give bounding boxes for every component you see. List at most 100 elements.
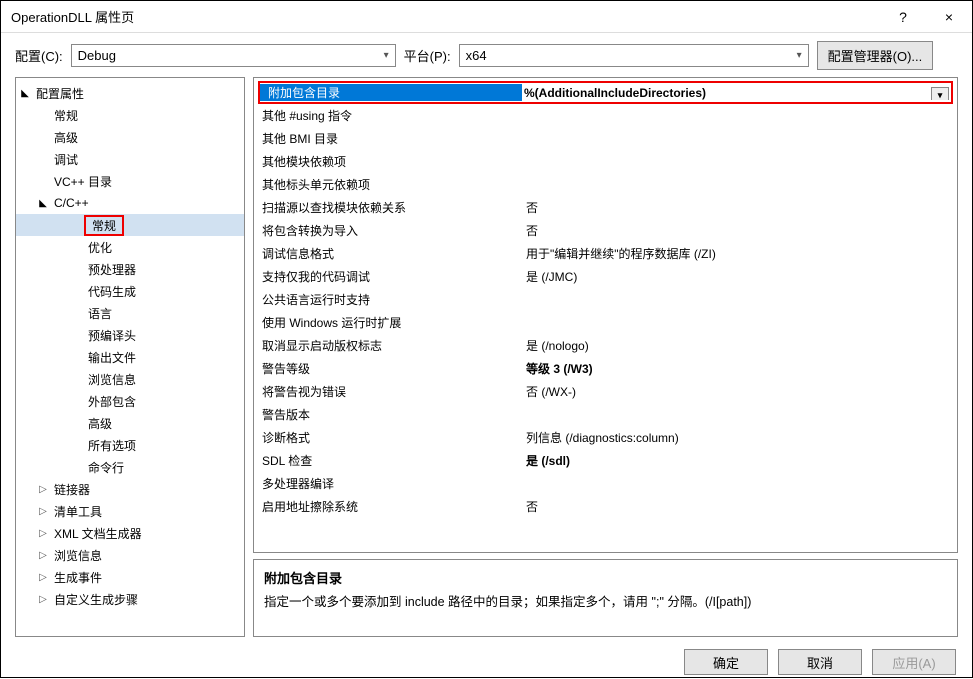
property-value[interactable]: 等级 3 (/W3) (524, 360, 957, 377)
tree-item[interactable]: ▷链接器 (16, 478, 244, 500)
footer: 确定 取消 应用(A) (1, 645, 972, 679)
tree-item-label: C/C++ (50, 196, 93, 210)
property-name: 附加包含目录 (260, 84, 522, 101)
toolbar: 配置(C): Debug ▾ 平台(P): x64 ▾ 配置管理器(O)... (1, 33, 972, 77)
ok-button[interactable]: 确定 (684, 649, 768, 675)
property-row[interactable]: 取消显示启动版权标志是 (/nologo) (254, 334, 957, 357)
config-combo[interactable]: Debug ▾ (71, 44, 396, 67)
tree-item[interactable]: 常规 (16, 104, 244, 126)
property-value[interactable]: 列信息 (/diagnostics:column) (524, 429, 957, 446)
tree-item-label: 预处理器 (84, 261, 140, 278)
config-value: Debug (78, 48, 116, 63)
property-row[interactable]: 将包含转换为导入否 (254, 219, 957, 242)
property-value[interactable]: %(AdditionalIncludeDirectories)▾ (522, 86, 951, 100)
property-name: 使用 Windows 运行时扩展 (254, 314, 524, 331)
expand-icon[interactable]: ▷ (36, 528, 50, 539)
tree-item[interactable]: 高级 (16, 412, 244, 434)
platform-combo[interactable]: x64 ▾ (459, 44, 809, 67)
tree-item[interactable]: 输出文件 (16, 346, 244, 368)
property-value[interactable]: 用于"编辑并继续"的程序数据库 (/ZI) (524, 245, 957, 262)
property-row[interactable]: 其他 BMI 目录 (254, 127, 957, 150)
tree-item[interactable]: 语言 (16, 302, 244, 324)
collapse-icon[interactable]: ◢ (36, 198, 50, 209)
tree-item[interactable]: 代码生成 (16, 280, 244, 302)
tree-item-label: 外部包含 (84, 393, 140, 410)
tree-item[interactable]: ▷清单工具 (16, 500, 244, 522)
property-value[interactable]: 是 (/sdl) (524, 452, 957, 469)
expand-icon[interactable]: ▷ (36, 550, 50, 561)
tree-item[interactable]: 所有选项 (16, 434, 244, 456)
tree-item[interactable]: 浏览信息 (16, 368, 244, 390)
property-name: 调试信息格式 (254, 245, 524, 262)
tree-item[interactable]: VC++ 目录 (16, 170, 244, 192)
tree-item-label: 浏览信息 (84, 371, 140, 388)
property-row[interactable]: 将警告视为错误否 (/WX-) (254, 380, 957, 403)
property-row[interactable]: 调试信息格式用于"编辑并继续"的程序数据库 (/ZI) (254, 242, 957, 265)
property-name: 诊断格式 (254, 429, 524, 446)
description-text: 指定一个或多个要添加到 include 路径中的目录；如果指定多个，请用 ";"… (264, 591, 947, 610)
property-value[interactable]: 否 (524, 222, 957, 239)
property-row[interactable]: 警告等级等级 3 (/W3) (254, 357, 957, 380)
tree-item[interactable]: ▷自定义生成步骤 (16, 588, 244, 610)
tree-item[interactable]: 外部包含 (16, 390, 244, 412)
tree-item-label: 链接器 (50, 481, 94, 498)
tree-item[interactable]: 常规 (16, 214, 244, 236)
description-title: 附加包含目录 (264, 568, 947, 587)
property-row[interactable]: 支持仅我的代码调试是 (/JMC) (254, 265, 957, 288)
tree-item[interactable]: 优化 (16, 236, 244, 258)
expand-icon[interactable]: ▷ (36, 506, 50, 517)
tree-panel: ◢配置属性常规高级调试VC++ 目录◢C/C++常规优化预处理器代码生成语言预编… (15, 77, 245, 637)
expand-icon[interactable]: ▷ (36, 484, 50, 495)
tree-item[interactable]: 预处理器 (16, 258, 244, 280)
tree-item[interactable]: ◢配置属性 (16, 82, 244, 104)
property-name: 其他 #using 指令 (254, 107, 524, 124)
property-name: 警告版本 (254, 406, 524, 423)
tree-item[interactable]: ◢C/C++ (16, 192, 244, 214)
collapse-icon[interactable]: ◢ (18, 88, 32, 99)
tree-item[interactable]: 预编译头 (16, 324, 244, 346)
property-row[interactable]: 附加包含目录%(AdditionalIncludeDirectories)▾ (258, 81, 953, 104)
property-value[interactable]: 是 (/JMC) (524, 268, 957, 285)
help-button[interactable]: ? (880, 1, 926, 33)
tree-item-label: 语言 (84, 305, 116, 322)
property-row[interactable]: 其他标头单元依赖项 (254, 173, 957, 196)
property-row[interactable]: 启用地址擦除系统否 (254, 495, 957, 518)
apply-button[interactable]: 应用(A) (872, 649, 956, 675)
tree-item[interactable]: ▷生成事件 (16, 566, 244, 588)
tree-item[interactable]: ▷XML 文档生成器 (16, 522, 244, 544)
tree-item[interactable]: ▷浏览信息 (16, 544, 244, 566)
property-row[interactable]: 其他模块依赖项 (254, 150, 957, 173)
expand-icon[interactable]: ▷ (36, 572, 50, 583)
dropdown-button[interactable]: ▾ (931, 87, 949, 100)
property-row[interactable]: 公共语言运行时支持 (254, 288, 957, 311)
tree-item-label: 所有选项 (84, 437, 140, 454)
property-row[interactable]: 诊断格式列信息 (/diagnostics:column) (254, 426, 957, 449)
tree-item-label: VC++ 目录 (50, 173, 116, 190)
property-row[interactable]: 警告版本 (254, 403, 957, 426)
property-row[interactable]: 使用 Windows 运行时扩展 (254, 311, 957, 334)
property-value[interactable]: 否 (/WX-) (524, 383, 957, 400)
right-panel: 附加包含目录%(AdditionalIncludeDirectories)▾其他… (253, 77, 958, 637)
tree-item-label: 自定义生成步骤 (50, 591, 142, 608)
property-row[interactable]: 其他 #using 指令 (254, 104, 957, 127)
chevron-down-icon: ▾ (384, 50, 389, 61)
property-value[interactable]: 否 (524, 199, 957, 216)
property-name: 公共语言运行时支持 (254, 291, 524, 308)
tree-item-label: 输出文件 (84, 349, 140, 366)
close-button[interactable]: × (926, 1, 972, 33)
expand-icon[interactable]: ▷ (36, 594, 50, 605)
property-name: 其他 BMI 目录 (254, 130, 524, 147)
tree-item[interactable]: 高级 (16, 126, 244, 148)
tree-item[interactable]: 调试 (16, 148, 244, 170)
property-value[interactable]: 否 (524, 498, 957, 515)
tree-item-label: 代码生成 (84, 283, 140, 300)
config-manager-button[interactable]: 配置管理器(O)... (817, 41, 934, 70)
property-row[interactable]: SDL 检查是 (/sdl) (254, 449, 957, 472)
property-name: SDL 检查 (254, 452, 524, 469)
tree-item[interactable]: 命令行 (16, 456, 244, 478)
cancel-button[interactable]: 取消 (778, 649, 862, 675)
property-value[interactable]: 是 (/nologo) (524, 337, 957, 354)
chevron-down-icon: ▾ (797, 50, 802, 61)
property-row[interactable]: 多处理器编译 (254, 472, 957, 495)
property-row[interactable]: 扫描源以查找模块依赖关系否 (254, 196, 957, 219)
